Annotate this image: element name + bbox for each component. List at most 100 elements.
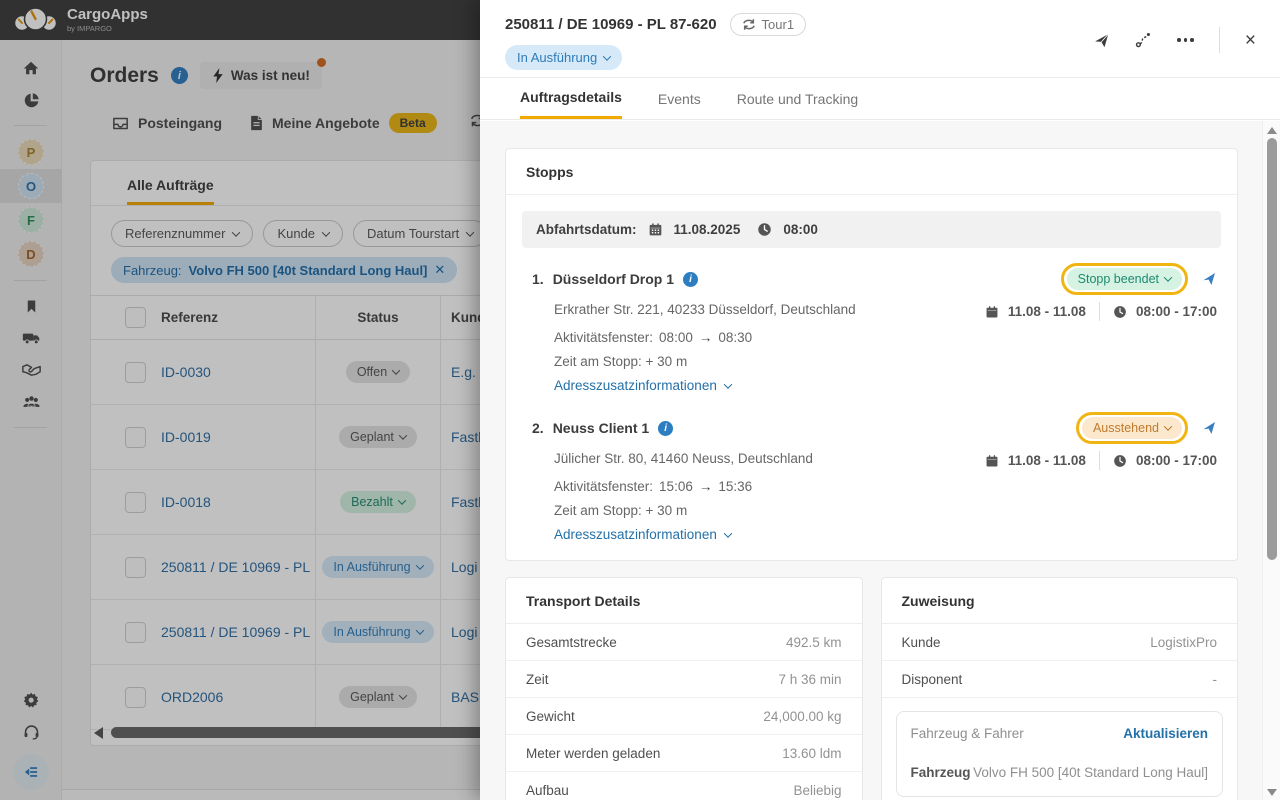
modal-backdrop[interactable]: [0, 0, 480, 800]
stop-date-range: 11.08 - 11.08: [1007, 453, 1086, 468]
activity-start: 08:00: [659, 330, 693, 345]
detail-row: Disponent -: [881, 661, 1237, 698]
detail-body: Stopps Abfahrtsdatum: 11.08.2025 08:00 1: [480, 121, 1262, 800]
activity-window-label: Aktivitätsfenster:: [554, 479, 654, 494]
order-detail-panel: 250811 / DE 10969 - PL 87-620 Tour1 In A…: [480, 0, 1280, 800]
navigate-icon[interactable]: [1201, 420, 1217, 436]
panel-actions: ×: [1093, 27, 1256, 53]
stopps-title: Stopps: [506, 149, 1237, 195]
row-label: Kunde: [901, 634, 941, 650]
chevron-down-icon: [723, 528, 733, 538]
tour-label: Tour1: [761, 17, 795, 32]
order-status-label: In Ausführung: [517, 50, 598, 65]
stop-name: Neuss Client 1: [552, 420, 650, 436]
info-icon[interactable]: i: [658, 420, 674, 436]
address-info-label: Adresszusatzinformationen: [554, 527, 717, 542]
more-options-icon[interactable]: [1177, 38, 1194, 42]
order-status-dropdown[interactable]: In Ausführung: [505, 45, 623, 70]
stop-duration: Zeit am Stopp: + 30 m: [554, 354, 688, 369]
tour-chip[interactable]: Tour1: [729, 13, 807, 36]
transport-details-card: Transport Details Gesamtstrecke 492.5 km …: [505, 577, 863, 800]
detail-row: Kunde LogistixPro: [881, 624, 1237, 661]
update-link[interactable]: Aktualisieren: [1123, 726, 1208, 741]
stop-item: 2. Neuss Client 1 i Ausstehend Jülicher …: [522, 397, 1221, 542]
calendar-icon: [986, 305, 998, 317]
stop-address: Jülicher Str. 80, 41460 Neuss, Deutschla…: [554, 451, 813, 466]
chevron-down-icon: [602, 51, 612, 61]
scroll-down-arrow-icon[interactable]: [1267, 789, 1277, 796]
departure-time: 08:00: [783, 222, 818, 237]
stop-date-range: 11.08 - 11.08: [1007, 304, 1086, 319]
row-value: -: [1212, 671, 1218, 687]
scroll-up-arrow-icon[interactable]: [1267, 127, 1277, 134]
activity-end: 08:30: [718, 330, 753, 345]
stopps-card: Stopps Abfahrtsdatum: 11.08.2025 08:00 1: [505, 148, 1238, 561]
detail-row: Gesamtstrecke 492.5 km: [506, 624, 862, 661]
scrollbar-thumb[interactable]: [1267, 138, 1277, 560]
chevron-down-icon: [1163, 422, 1173, 431]
tab-order-details[interactable]: Auftragsdetails: [520, 78, 622, 119]
activity-window-label: Aktivitätsfenster:: [554, 330, 654, 345]
stop-duration: Zeit am Stopp: + 30 m: [554, 503, 688, 518]
address-info-label: Adresszusatzinformationen: [554, 378, 717, 393]
highlight-ring: Ausstehend: [1075, 412, 1188, 444]
arrow-right-icon: →: [698, 330, 713, 345]
stop-status-dropdown[interactable]: Stopp beendet: [1066, 268, 1182, 290]
row-value: LogistixPro: [1150, 634, 1217, 650]
address-info-link[interactable]: Adresszusatzinformationen: [532, 378, 1217, 393]
tab-route-tracking[interactable]: Route und Tracking: [737, 78, 858, 119]
info-icon[interactable]: i: [683, 271, 699, 287]
detail-row: Aufbau Beliebig: [506, 772, 862, 800]
activity-start: 15:06: [659, 479, 693, 494]
row-label: Gesamtstrecke: [526, 634, 617, 650]
stop-item: 1. Düsseldorf Drop 1 i Stopp beendet Erk…: [522, 248, 1221, 393]
address-info-link[interactable]: Adresszusatzinformationen: [532, 527, 1217, 542]
chevron-down-icon: [1163, 273, 1173, 282]
clock-icon: [758, 223, 772, 236]
vertical-scrollbar[interactable]: [1262, 121, 1280, 800]
vehicle-driver-box: Fahrzeug & Fahrer Aktualisieren Fahrzeug…: [895, 711, 1223, 797]
stop-status-dropdown[interactable]: Ausstehend: [1081, 417, 1182, 439]
stop-time-range: 08:00 - 17:00: [1135, 453, 1217, 468]
navigate-icon[interactable]: [1201, 271, 1217, 287]
detail-row: Zeit 7 h 36 min: [506, 661, 862, 698]
row-value: 492.5 km: [785, 634, 842, 650]
stop-status-label: Ausstehend: [1092, 421, 1159, 435]
stop-address: Erkrather Str. 221, 40233 Düsseldorf, De…: [554, 302, 856, 317]
order-title: 250811 / DE 10969 - PL 87-620: [505, 16, 717, 33]
detail-row: Gewicht 24,000.00 kg: [506, 698, 862, 735]
row-value: Beliebig: [793, 782, 842, 798]
detail-header: 250811 / DE 10969 - PL 87-620 Tour1 In A…: [480, 0, 1280, 78]
detail-row: Meter werden geladen 13.60 ldm: [506, 735, 862, 772]
transport-details-title: Transport Details: [506, 578, 862, 624]
meta-divider: [1098, 302, 1100, 321]
tab-events[interactable]: Events: [658, 78, 701, 119]
vehicle-label: Fahrzeug: [910, 765, 971, 780]
send-icon[interactable]: [1093, 32, 1110, 49]
row-label: Meter werden geladen: [526, 745, 661, 761]
stop-number: 2.: [532, 420, 544, 436]
departure-label: Abfahrtsdatum:: [536, 222, 637, 237]
vehicle-driver-title: Fahrzeug & Fahrer: [910, 726, 1024, 741]
highlight-ring: Stopp beendet: [1060, 263, 1188, 295]
close-icon[interactable]: ×: [1245, 31, 1256, 50]
stop-status-label: Stopp beendet: [1077, 272, 1159, 286]
row-value: 7 h 36 min: [778, 671, 842, 687]
sync-icon: [742, 19, 755, 30]
meta-divider: [1098, 451, 1100, 470]
calendar-icon: [649, 223, 661, 236]
route-icon[interactable]: [1135, 32, 1152, 48]
row-value: 24,000.00 kg: [763, 708, 842, 724]
assignment-title: Zuweisung: [881, 578, 1237, 624]
calendar-icon: [986, 454, 998, 466]
departure-date: 11.08.2025: [673, 222, 741, 237]
arrow-right-icon: →: [698, 479, 713, 494]
departure-bar: Abfahrtsdatum: 11.08.2025 08:00: [522, 211, 1221, 248]
row-value: 13.60 ldm: [782, 745, 842, 761]
stop-name: Düsseldorf Drop 1: [552, 271, 675, 287]
activity-end: 15:36: [718, 479, 753, 494]
clock-icon: [1114, 454, 1126, 467]
screen: CargoApps by IMPARGO P O F D Orders i Wa…: [0, 0, 1280, 800]
clock-icon: [1114, 305, 1126, 318]
row-label: Zeit: [526, 671, 549, 687]
